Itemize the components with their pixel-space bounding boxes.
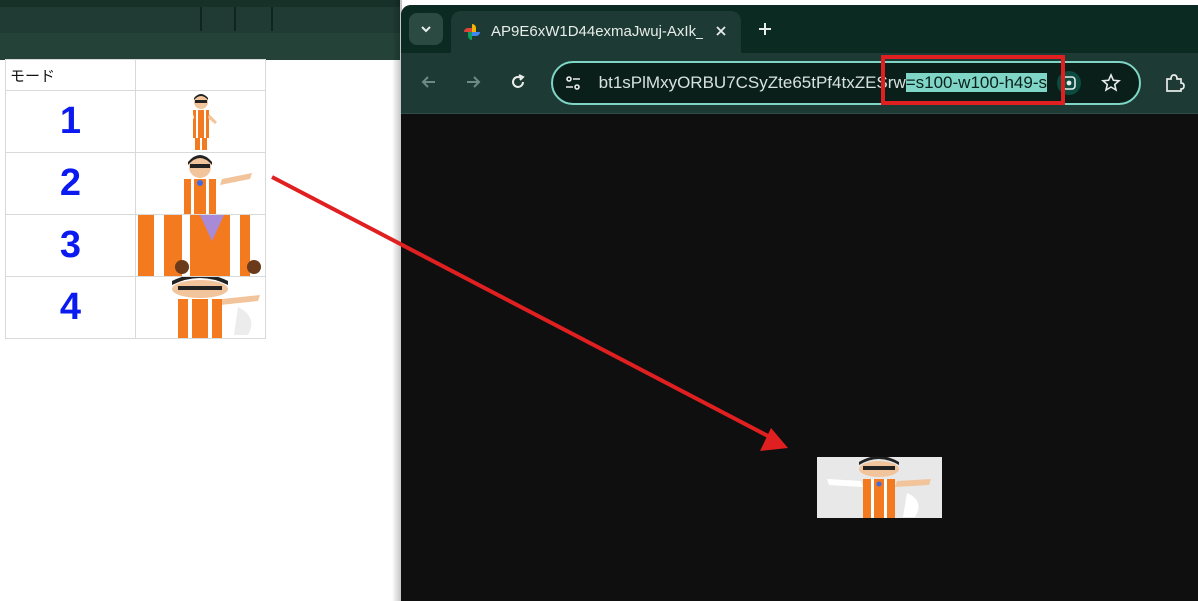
mode-table: モード 1 2 3 4 — [5, 59, 266, 339]
puzzle-icon — [1166, 74, 1185, 92]
browser-window: AP9E6xW1D44exmaJwuj-AxIk_8 bt1sPlMxyORBU… — [401, 5, 1198, 601]
image-cell[interactable] — [135, 214, 266, 277]
plus-icon — [759, 23, 771, 35]
toolbar-band — [0, 33, 400, 60]
browser-toolbar: bt1sPlMxyORBU7CSyZte65tPf4txZESrw=s100-w… — [401, 53, 1198, 114]
arrow-right-icon — [467, 76, 481, 88]
toolbar-divider — [234, 7, 236, 31]
table-row: 2 — [5, 152, 266, 215]
mode-cell[interactable]: 3 — [5, 214, 136, 277]
new-tab-button[interactable] — [753, 17, 777, 41]
star-icon — [1101, 73, 1121, 92]
image-cell[interactable] — [135, 276, 266, 339]
toolbar-strip — [0, 0, 400, 7]
image-preview — [817, 457, 942, 518]
header-cell-image[interactable] — [135, 59, 266, 91]
tab-bar: AP9E6xW1D44exmaJwuj-AxIk_8 — [401, 5, 1198, 53]
site-info-button[interactable] — [563, 73, 583, 93]
character-image-crop — [138, 215, 263, 276]
tab-close-button[interactable] — [711, 21, 731, 41]
toolbar-divider — [271, 7, 273, 31]
tune-icon — [566, 76, 580, 90]
character-image-fit — [184, 93, 217, 150]
annotation-highlight-box — [881, 55, 1065, 105]
page-viewport — [401, 114, 1198, 601]
character-image-stretch — [148, 155, 252, 214]
table-row: 3 — [5, 214, 266, 277]
forward-button[interactable] — [461, 70, 485, 94]
mode-cell[interactable]: 2 — [5, 152, 136, 215]
chevron-down-icon — [421, 26, 431, 33]
google-photos-icon — [464, 24, 480, 40]
table-row: 1 — [5, 90, 266, 153]
table-header-row: モード — [5, 59, 266, 91]
header-cell-mode[interactable]: モード — [5, 59, 136, 91]
tab-title: AP9E6xW1D44exmaJwuj-AxIk_8 — [491, 23, 703, 40]
arrow-left-icon — [421, 76, 435, 88]
extensions-button[interactable] — [1161, 70, 1187, 96]
image-cell[interactable] — [135, 90, 266, 153]
reload-button[interactable] — [506, 70, 530, 94]
bookmark-button[interactable] — [1099, 71, 1123, 95]
image-cell[interactable] — [135, 152, 266, 215]
url-prefix: bt1sPlMxyORBU7CSyZte65tPf4txZESr — [598, 73, 894, 92]
tab-list-button[interactable] — [409, 13, 443, 45]
character-image-custom — [140, 277, 260, 338]
close-icon — [716, 26, 726, 36]
mode-cell[interactable]: 1 — [5, 90, 136, 153]
back-button[interactable] — [417, 70, 441, 94]
table-row: 4 — [5, 276, 266, 339]
reload-icon — [512, 74, 525, 88]
tab-active[interactable]: AP9E6xW1D44exmaJwuj-AxIk_8 — [451, 11, 741, 53]
toolbar-divider — [200, 7, 202, 31]
spreadsheet-toolbar — [0, 0, 400, 60]
mode-cell[interactable]: 4 — [5, 276, 136, 339]
